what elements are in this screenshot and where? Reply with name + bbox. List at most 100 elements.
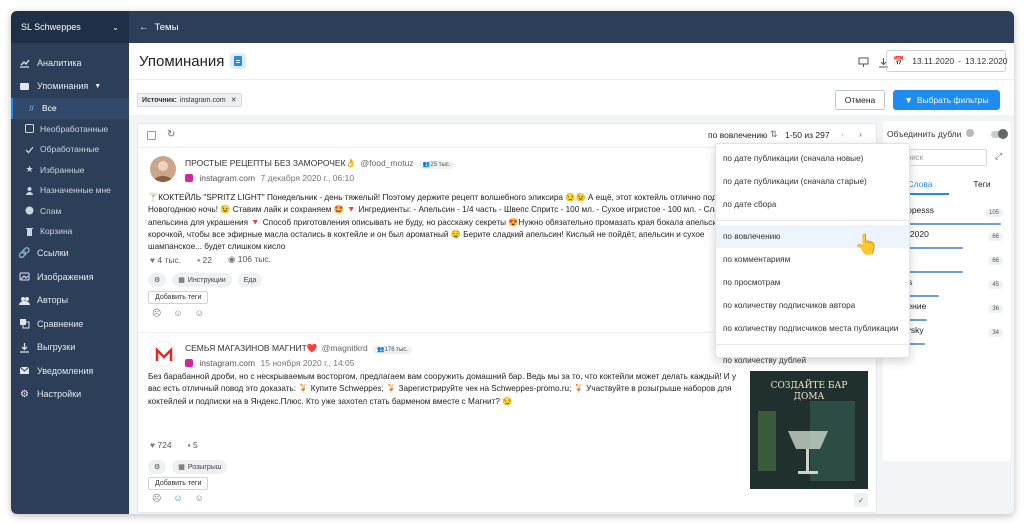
close-icon[interactable]: ✕ (231, 96, 237, 104)
sentiment-negative-icon[interactable]: ☹ (152, 493, 161, 504)
sort-option[interactable]: по комментариям (716, 248, 909, 271)
tag-settings-icon[interactable]: ⚙ (148, 460, 167, 474)
document-icon[interactable] (230, 53, 247, 69)
sort-option[interactable]: по количеству подписчиков автора (716, 294, 909, 317)
sidebar-item-images[interactable]: Изображения (11, 265, 129, 289)
sidebar-item-exports[interactable]: Выгрузки (11, 336, 129, 360)
sort-option[interactable]: по дате публикации (сначала старые) (716, 170, 909, 193)
sidebar-item-all[interactable]: // Все (11, 98, 129, 119)
gear-icon: ⚙ (20, 388, 29, 400)
sidebar-item-label: Избранные (40, 164, 85, 175)
sidebar-item-favorites[interactable]: ★ Избранные (11, 160, 129, 181)
back-link[interactable]: Темы (155, 22, 179, 33)
author-name[interactable]: ПРОСТЫЕ РЕЦЕПТЫ БЕЗ ЗАМОРОЧЕК👌 (185, 158, 356, 168)
sort-order-icon[interactable]: ⇅ (770, 129, 778, 140)
tag-chip[interactable]: Еда (237, 273, 263, 287)
sentiment-buttons: ☹ ☺ ☺ (152, 493, 204, 504)
prev-page-icon[interactable]: ‹ (841, 129, 844, 139)
select-all-checkbox[interactable] (147, 131, 156, 140)
post-text: 🍸КОКТЕЙЛЬ "SPRITZ LIGHT" Понедельник - д… (148, 193, 746, 252)
sidebar-item-label: Упоминания (37, 81, 89, 92)
author-name-row[interactable]: ПРОСТЫЕ РЕЦЕПТЫ БЕЗ ЗАМОРОЧЕК👌 @food_mot… (185, 158, 455, 169)
author-avatar[interactable] (150, 156, 176, 182)
refresh-icon[interactable]: ↻ (167, 129, 175, 140)
sidebar-item-links[interactable]: 🔗 Ссылки (11, 242, 129, 266)
sidebar-item-compare[interactable]: Сравнение (11, 312, 129, 336)
filter-chip[interactable]: Источник: instagram.com ✕ (137, 93, 242, 107)
sidebar-item-settings[interactable]: ⚙ Настройки (11, 383, 129, 407)
add-tags-button[interactable]: Добавить теги (148, 291, 209, 304)
tag-settings-icon[interactable]: ⚙ (148, 273, 167, 287)
eye-icon: ◉ (227, 254, 236, 264)
sentiment-neutral-icon[interactable]: ☺ (173, 308, 182, 319)
brand-label: SL Schweppes (21, 22, 81, 32)
post-text: Без барабанной дроби, но с нескрываемым … (148, 372, 737, 406)
date-separator: - (958, 56, 961, 66)
author-handle[interactable]: @magnitkrd (322, 343, 368, 353)
sentiment-positive-icon[interactable]: ☺ (195, 493, 204, 504)
tab-tags[interactable]: Теги (953, 179, 1011, 193)
sidebar-item-label: Настройки (37, 389, 82, 400)
sidebar: SL Schweppes ⌄ Аналитика Упоминания ▼ // В… (11, 11, 129, 514)
add-tags-button[interactable]: Добавить теги (148, 477, 209, 490)
sentiment-positive-icon[interactable]: ☺ (195, 308, 204, 319)
sentiment-neutral-icon[interactable]: ☺ (173, 493, 182, 504)
back-arrow-icon[interactable]: ← (139, 22, 149, 33)
sidebar-item-label: Сравнение (37, 318, 84, 329)
page-title: Упоминания (139, 52, 225, 70)
info-icon (965, 129, 974, 137)
sort-option[interactable]: по дате сбора (716, 193, 909, 216)
expand-icon[interactable]: ⤢ (995, 151, 1002, 162)
next-page-icon[interactable]: › (859, 129, 862, 139)
sidebar-item-label: Корзина (40, 226, 73, 237)
pagination-range: 1-50 из 297 (785, 130, 830, 140)
author-name[interactable]: СЕМЬЯ МАГАЗИНОВ МАГНИТ❤️ (185, 343, 317, 353)
sort-select[interactable]: по вовлечению (708, 130, 768, 140)
mark-processed-icon[interactable]: ✓ (854, 493, 868, 507)
author-name-row[interactable]: СЕМЬЯ МАГАЗИНОВ МАГНИТ❤️ @magnitkrd 👥176… (185, 343, 412, 354)
cancel-button[interactable]: Отмена (835, 90, 885, 110)
followers-icon: 👥 (377, 347, 385, 353)
inbox-icon (25, 124, 34, 134)
tag-label: Розыгрыш (187, 463, 222, 471)
sidebar-item-trash[interactable]: Корзина (11, 221, 129, 242)
user-assigned-icon (25, 186, 34, 195)
sidebar-item-mentions[interactable]: Упоминания ▼ (11, 75, 129, 99)
sort-option[interactable]: по просмотрам (716, 271, 909, 294)
merge-duplicates-toggle[interactable] (991, 129, 1008, 139)
sidebar-item-authors[interactable]: Авторы (11, 289, 129, 313)
tag-chip[interactable]: ▦ Инструкции (172, 273, 232, 287)
source-site[interactable]: instagram.com (199, 358, 255, 368)
tag-row: ⚙ ▦ Розыгрыш (148, 460, 228, 474)
tag-label: Еда (243, 276, 257, 284)
post-image[interactable]: СОЗДАЙТЕ БАР ДОМА (750, 371, 868, 489)
sidebar-item-label: Уведомления (37, 365, 94, 376)
sidebar-item-unprocessed[interactable]: Необработанные (11, 119, 129, 140)
source-site[interactable]: instagram.com (199, 173, 255, 183)
image-icon (19, 271, 30, 282)
sidebar-item-assigned[interactable]: Назначенные мне (11, 180, 129, 201)
keyword-count: 36 (988, 305, 1003, 313)
sort-option[interactable]: по количеству подписчиков места публикац… (716, 317, 909, 340)
instagram-icon (185, 359, 193, 367)
project-switcher[interactable]: SL Schweppes ⌄ (11, 11, 129, 43)
tag-chip[interactable]: ▦ Розыгрыш (172, 460, 228, 474)
sidebar-item-spam[interactable]: Спам (11, 201, 129, 222)
sort-option[interactable]: по вовлечению (716, 225, 909, 248)
post-stats: ♥ 4 тыс. ▪ 22 ◉ 106 тыс. (150, 254, 271, 265)
sidebar-item-analytics[interactable]: Аналитика (11, 51, 129, 75)
select-filters-button[interactable]: ▼ Выбрать фильтры (893, 90, 1000, 110)
likes-stat: ♥ 724 (150, 440, 172, 450)
tag-icon: ▦ (178, 277, 185, 284)
author-handle[interactable]: @food_motuz (361, 158, 414, 168)
monitor-icon[interactable] (858, 55, 869, 67)
mail-icon (19, 365, 30, 376)
date-range-picker[interactable]: 📅 13.11.2020 - 13.12.2020 (886, 50, 1008, 72)
sidebar-item-processed[interactable]: Обработанные (11, 139, 129, 160)
filter-chip-key: Источник: (142, 96, 177, 104)
sort-option[interactable]: по количеству дублей (716, 349, 909, 372)
sidebar-item-notifications[interactable]: Уведомления (11, 359, 129, 383)
sentiment-negative-icon[interactable]: ☹ (152, 308, 161, 319)
sort-option[interactable]: по дате публикации (сначала новые) (716, 147, 909, 170)
author-avatar[interactable] (150, 341, 176, 367)
